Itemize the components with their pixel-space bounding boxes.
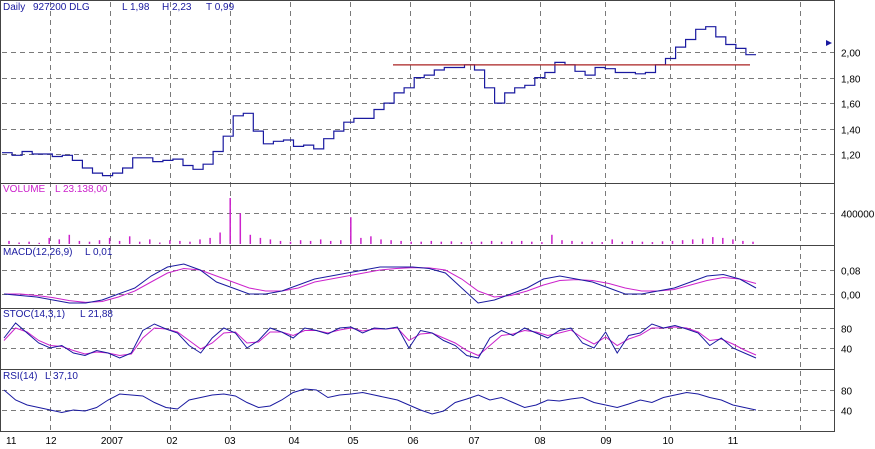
x-tick-label: 09 xyxy=(600,436,612,447)
macd-value: L 0,01 xyxy=(85,247,113,258)
volume-panel xyxy=(8,198,754,244)
stoc-y-tick-label: 80 xyxy=(841,325,853,336)
volume-value: L 23.138,00 xyxy=(55,184,108,195)
x-tick-label: 11 xyxy=(6,436,17,447)
x-tick-label: 12 xyxy=(45,436,57,447)
x-tick-label: 10 xyxy=(662,436,674,447)
turnover-value: T 0,99 xyxy=(206,2,235,13)
macd-label: MACD(12,26,9) xyxy=(3,247,72,258)
macd-y-tick-label: 0,08 xyxy=(841,267,861,278)
price-y-tick-label: 2,00 xyxy=(841,49,861,60)
macd-panel xyxy=(3,263,757,304)
high-value: H 2,23 xyxy=(162,2,192,13)
rsi-label: RSI(14) xyxy=(3,371,37,382)
price-y-tick-label: 1,60 xyxy=(841,100,861,111)
volume-y-tick-label: 400000 xyxy=(841,210,875,221)
x-tick-label: 06 xyxy=(407,436,419,447)
stoc-y-tick-label: 40 xyxy=(841,345,853,356)
grid-lines xyxy=(2,2,834,431)
rsi-y-tick-label: 40 xyxy=(841,407,853,418)
volume-label: VOLUME xyxy=(3,184,46,195)
macd-y-tick-label: 0,00 xyxy=(841,291,861,302)
x-tick-label: 11 xyxy=(728,436,739,447)
price-y-tick-label: 1,40 xyxy=(841,126,861,137)
x-tick-label: 02 xyxy=(166,436,178,447)
low-value: L 1,98 xyxy=(122,2,150,13)
x-tick-label: 2007 xyxy=(101,436,124,447)
x-tick-label: 05 xyxy=(347,436,359,447)
x-tick-label: 04 xyxy=(288,436,300,447)
price-y-tick-label: 1,80 xyxy=(841,75,861,86)
period-label: Daily xyxy=(3,2,25,13)
symbol-label: 927200 DLG xyxy=(33,2,90,13)
axis-ticks: 1,20 1,40 1,60 1,80 2,00 400000 0,00 0,08 40 80 40… xyxy=(6,49,875,448)
price-panel xyxy=(2,26,756,177)
stock-chart: 1,20 1,40 1,60 1,80 2,00 400000 0,00 0,08 40 80 40… xyxy=(0,0,875,448)
current-price-marker-icon xyxy=(826,40,832,46)
stoc-label: STOC(14,3,1) xyxy=(3,309,65,320)
x-tick-label: 07 xyxy=(468,436,480,447)
rsi-y-tick-label: 80 xyxy=(841,387,853,398)
x-tick-label: 08 xyxy=(534,436,546,447)
price-series-line xyxy=(2,26,756,177)
x-tick-label: 03 xyxy=(224,436,236,447)
stoc-value: L 21,88 xyxy=(80,309,113,320)
macd-signal-line xyxy=(4,267,757,303)
price-y-tick-label: 1,20 xyxy=(841,151,861,162)
rsi-value: L 37,10 xyxy=(45,371,78,382)
